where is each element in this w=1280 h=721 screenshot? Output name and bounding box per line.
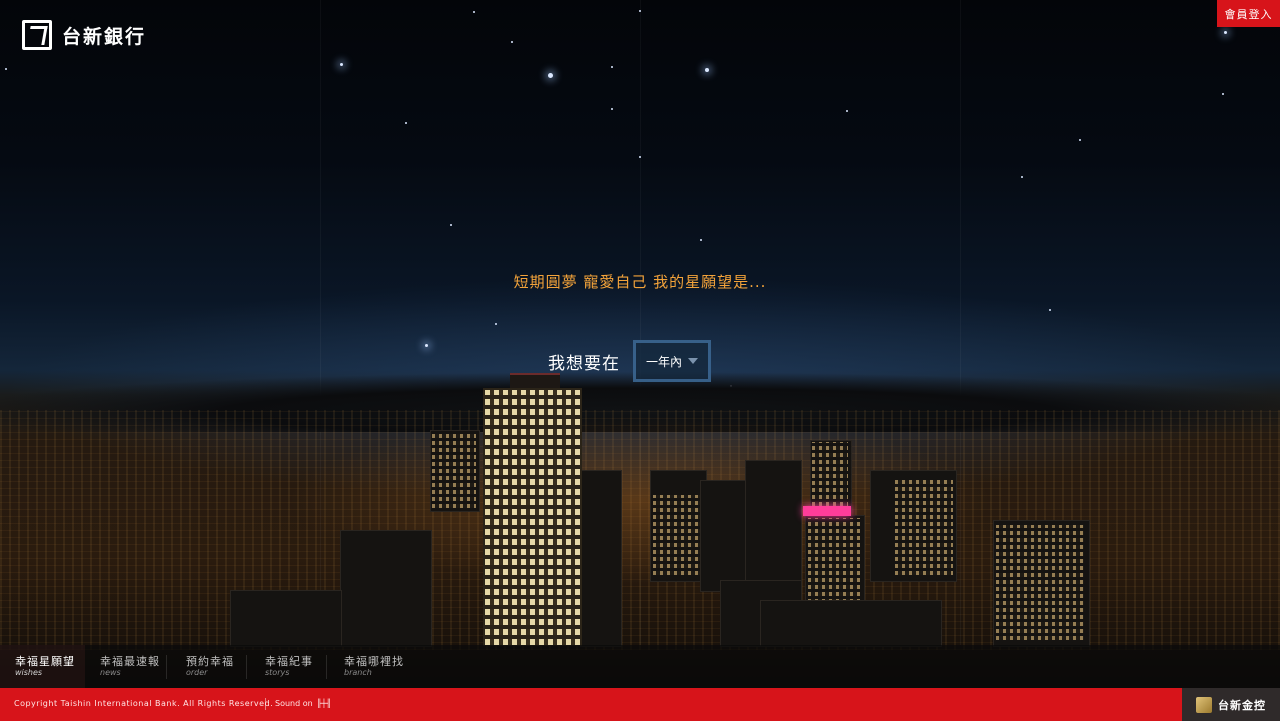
copyright-text: Copyright Taishin International Bank. Al…: [14, 699, 274, 708]
nav-item-sublabel: wishes: [15, 668, 43, 677]
holding-label: 台新金控: [1218, 698, 1266, 712]
bottom-nav: 幸福星願望 wishes 幸福最速報 news 預約幸福 order 幸福紀事 …: [0, 645, 1280, 688]
nav-item-branch[interactable]: 幸福哪裡找 branch: [344, 645, 414, 688]
nav-item-sublabel: branch: [344, 668, 372, 677]
taishin-holding-icon: [1196, 696, 1212, 713]
nav-item-sublabel: storys: [265, 668, 290, 677]
brand-logo[interactable]: 台新銀行: [22, 20, 146, 50]
nav-item-sublabel: news: [100, 668, 121, 677]
nav-item-label: 預約幸福: [186, 655, 234, 668]
period-select[interactable]: 一年內: [633, 340, 711, 382]
member-login-button[interactable]: 會員登入: [1217, 0, 1280, 27]
period-select-value: 一年內: [645, 354, 682, 369]
taishin-logo-icon: [22, 20, 52, 50]
nav-item-sublabel: order: [186, 668, 208, 677]
sound-toggle[interactable]: Sound on ╟┼╢: [275, 699, 331, 708]
footer-bar: Copyright Taishin International Bank. Al…: [0, 688, 1280, 721]
footer-divider: [265, 698, 266, 710]
wish-tagline: 短期圓夢 寵愛自己 我的星願望是...: [513, 273, 767, 291]
nav-item-label: 幸福哪裡找: [344, 655, 404, 668]
nav-item-label: 幸福紀事: [265, 655, 313, 668]
nav-item-label: 幸福星願望: [15, 655, 75, 668]
wish-label: 我想要在: [548, 353, 620, 374]
nav-item-news[interactable]: 幸福最速報 news: [100, 645, 166, 688]
nav-item-storys[interactable]: 幸福紀事 storys: [265, 645, 326, 688]
nav-item-label: 幸福最速報: [100, 655, 160, 668]
holding-link[interactable]: 台新金控: [1182, 688, 1280, 721]
nav-item-order[interactable]: 預約幸福 order: [186, 645, 246, 688]
sound-wave-icon: ╟┼╢: [316, 699, 332, 708]
sound-label: Sound on: [275, 699, 313, 708]
brand-name: 台新銀行: [62, 25, 147, 48]
chevron-down-icon: [688, 358, 698, 364]
nav-item-wishes[interactable]: 幸福星願望 wishes: [0, 645, 85, 688]
wish-form: 我想要在 一年內: [548, 340, 711, 382]
